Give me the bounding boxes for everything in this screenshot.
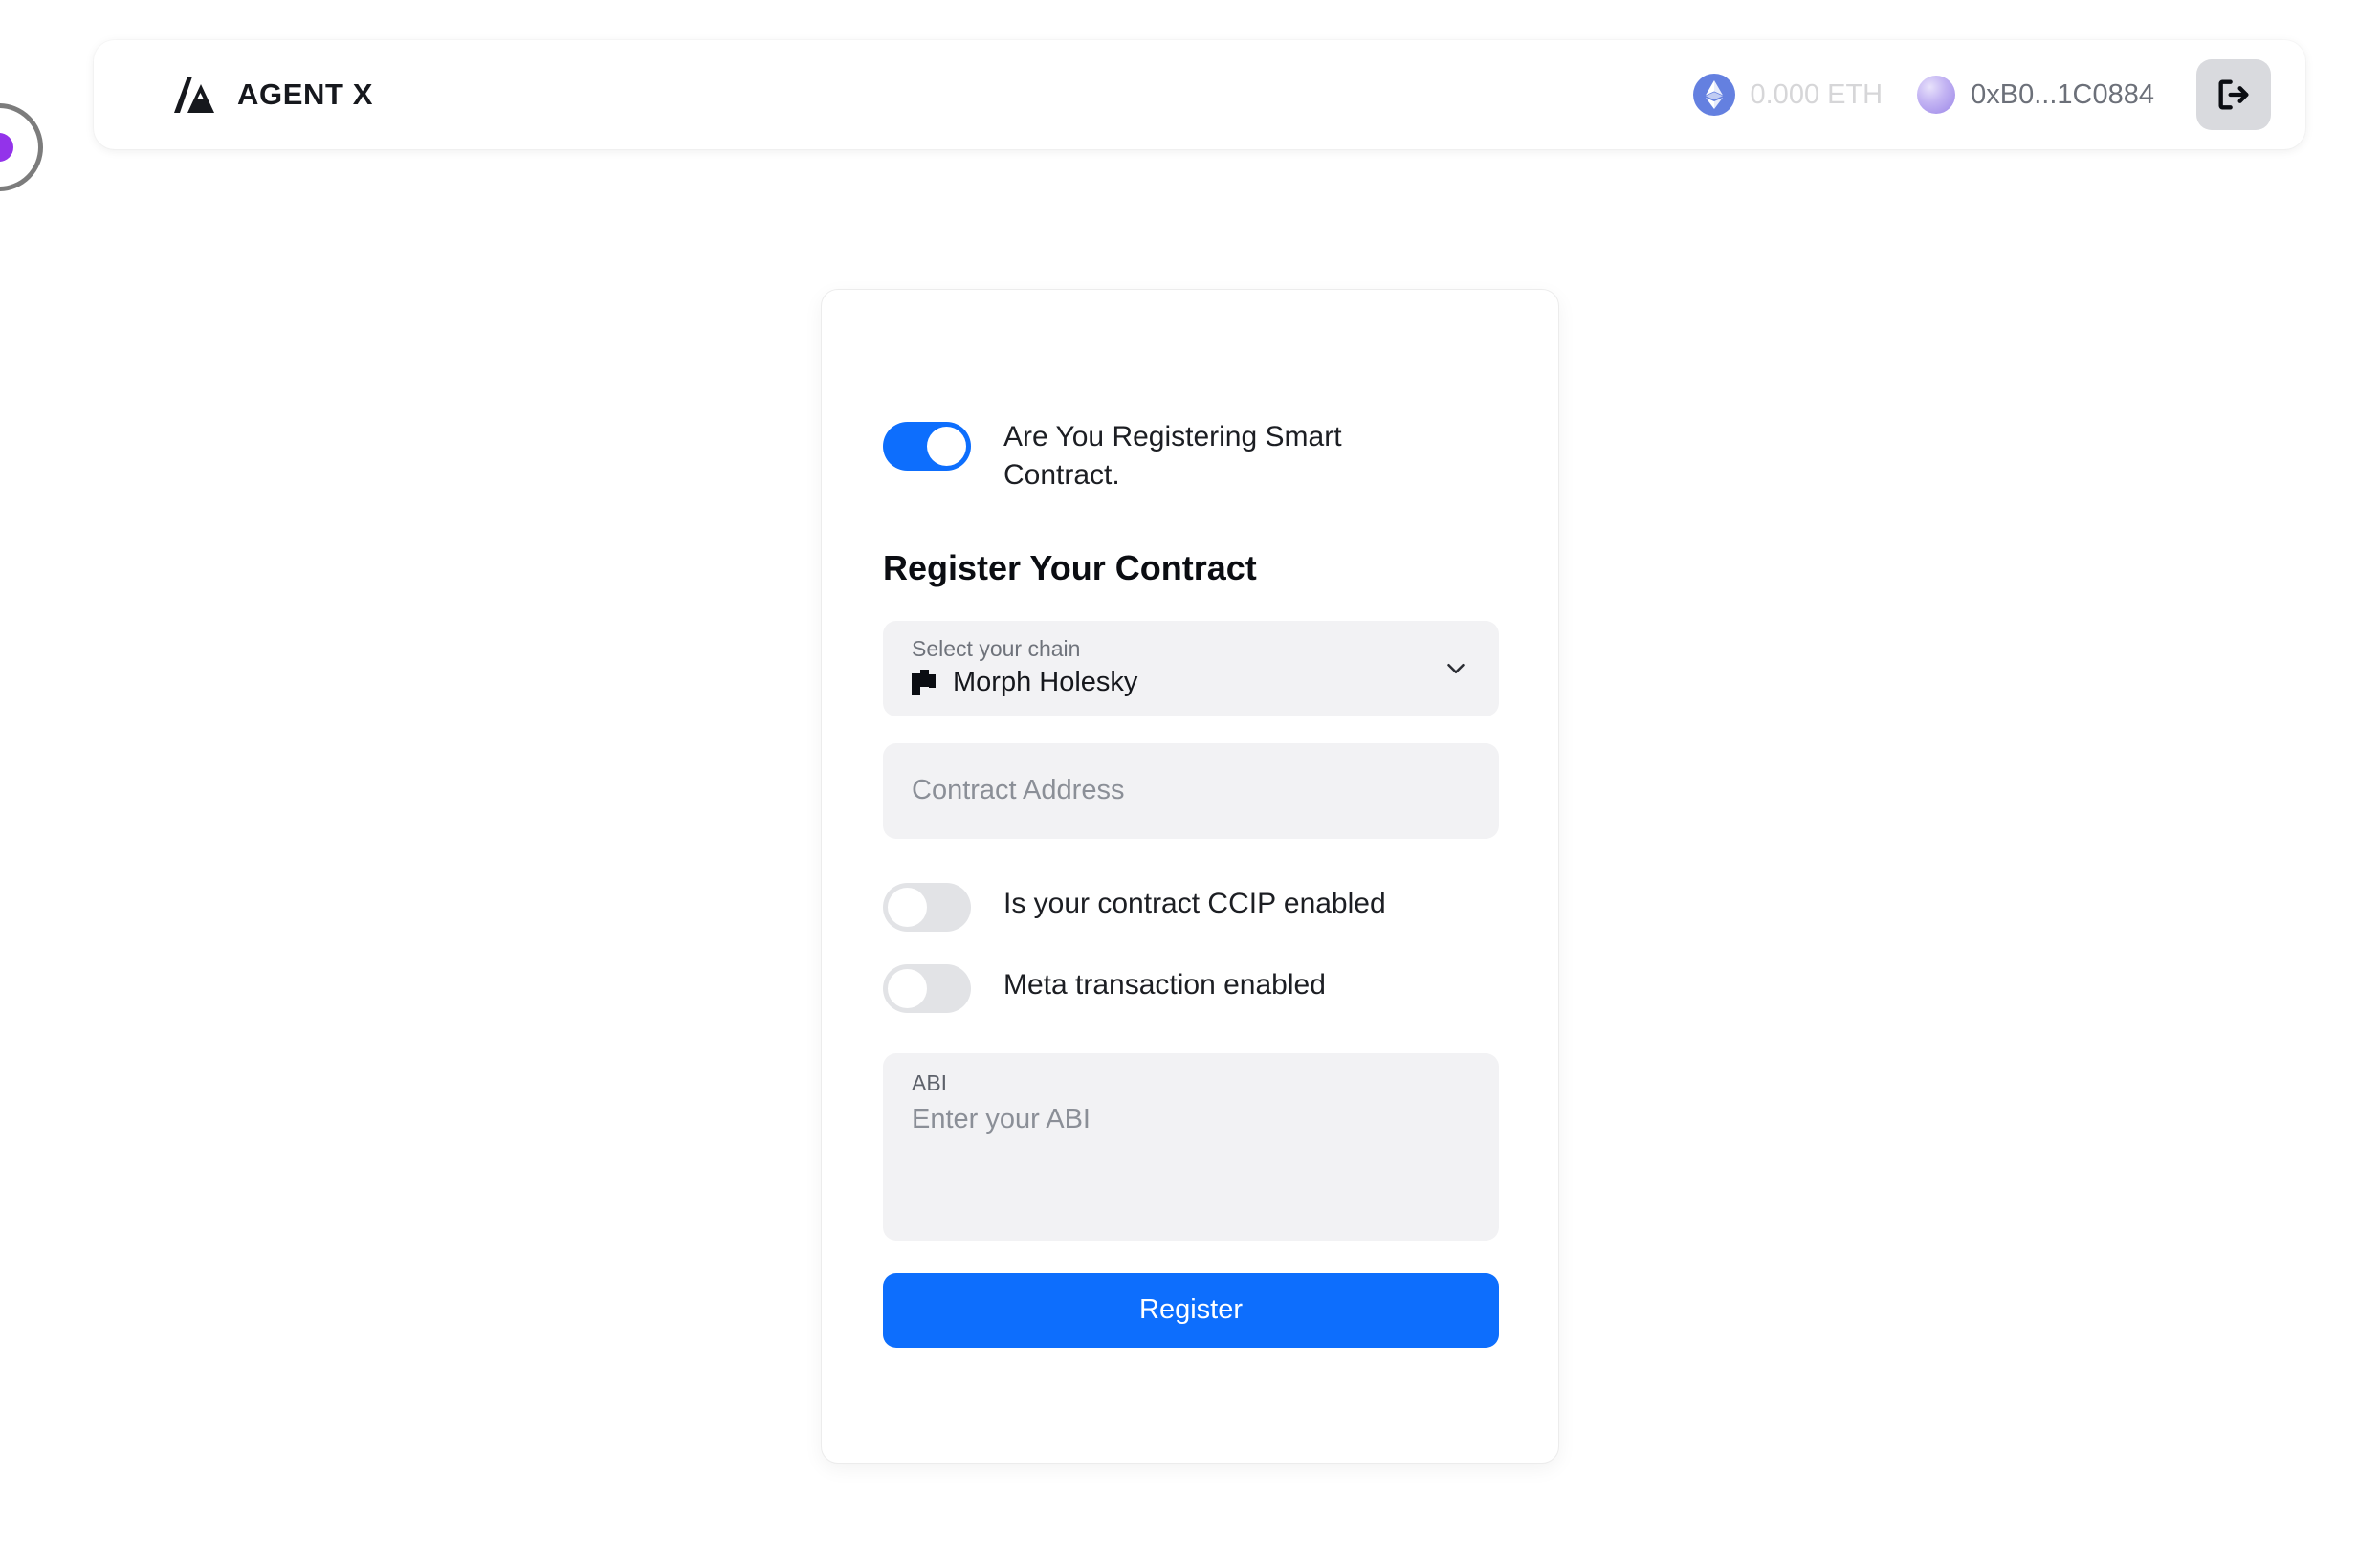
cursor-ring-indicator [0, 103, 43, 191]
chevron-down-icon [1442, 654, 1470, 683]
ccip-toggle-label: Is your contract CCIP enabled [1003, 887, 1386, 919]
ccip-toggle[interactable] [883, 882, 971, 932]
wallet-avatar [1917, 76, 1956, 114]
brand-name: AGENT X [237, 77, 373, 111]
smart-contract-toggle-row: Are You Registering Smart Contract. [883, 418, 1497, 495]
cursor-dot [0, 133, 13, 162]
meta-transaction-toggle-row: Meta transaction enabled [883, 960, 1497, 1013]
toggle-knob [888, 968, 927, 1008]
abi-input[interactable] [912, 1103, 1470, 1219]
smart-contract-toggle-label: Are You Registering Smart Contract. [1003, 421, 1342, 491]
morph-logo [912, 669, 937, 695]
page-title: Register Your Contract [883, 547, 1257, 587]
logout-icon [2215, 76, 2253, 114]
wallet-account[interactable]: 0xB0...1C0884 [1917, 76, 2154, 114]
chain-select-value: Morph Holesky [912, 667, 1470, 698]
wallet-balance: 0.000 ETH [1692, 74, 1884, 116]
wallet-address: 0xB0...1C0884 [1971, 78, 2154, 110]
wallet-balance-text: 0.000 ETH [1750, 78, 1884, 110]
chain-select[interactable]: Select your chain Morph Holesky [883, 620, 1499, 716]
ethereum-icon [1692, 74, 1735, 116]
agent-x-triangle-logo [172, 75, 216, 115]
logout-button[interactable] [2196, 59, 2271, 130]
toggle-knob [888, 887, 927, 927]
contract-address-input[interactable] [883, 742, 1499, 839]
register-contract-card: Are You Registering Smart Contract. Regi… [821, 289, 1559, 1464]
ccip-toggle-row: Is your contract CCIP enabled [883, 879, 1497, 932]
page-root: AGENT X 0.000 ETH 0xB0...1C0884 Are You … [0, 0, 2380, 1542]
chain-select-caption: Select your chain [912, 635, 1081, 661]
brand: AGENT X [172, 75, 373, 115]
meta-transaction-toggle-label: Meta transaction enabled [1003, 968, 1326, 1001]
header-right: 0.000 ETH 0xB0...1C0884 [1692, 59, 2271, 130]
abi-caption: ABI [912, 1069, 948, 1095]
meta-transaction-toggle[interactable] [883, 963, 971, 1013]
chain-select-text: Morph Holesky [953, 666, 1138, 697]
abi-field: ABI [883, 1052, 1499, 1241]
smart-contract-toggle[interactable] [883, 422, 971, 471]
register-button[interactable]: Register [883, 1272, 1499, 1348]
toggle-knob [927, 427, 966, 466]
app-header: AGENT X 0.000 ETH 0xB0...1C0884 [94, 40, 2305, 149]
